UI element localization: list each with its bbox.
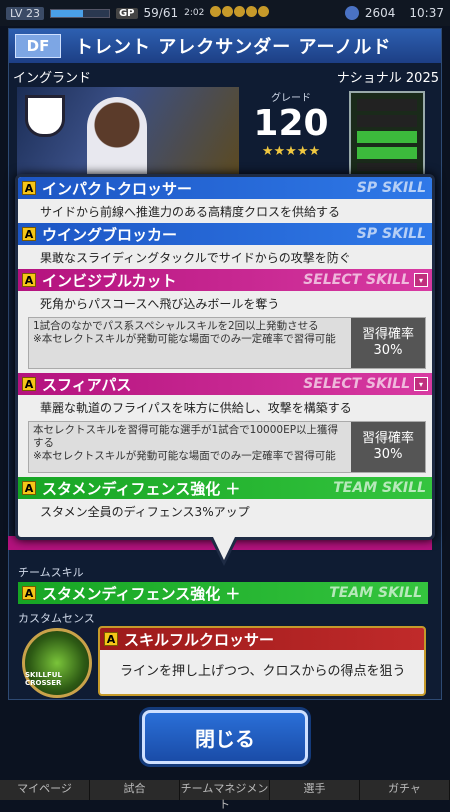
nav-item-match[interactable]: 試合 <box>90 780 180 800</box>
pitch-zone <box>357 115 417 127</box>
stamina-timer: 2:02 <box>184 8 205 18</box>
custom-sense-label: カスタムセンス <box>18 612 95 625</box>
sense-name: スキルフルクロッサー <box>124 630 275 649</box>
bottom-nav: マイページ 試合 チームマネジメント 選手 ガチャ <box>0 780 450 811</box>
position-badge: DF <box>15 34 61 58</box>
skill-type-tag: SELECT SKILL <box>303 376 410 392</box>
rating-stars: ★★★★★ <box>261 144 321 159</box>
player-name: トレント アレクサンダー アーノルド <box>75 37 392 58</box>
skill-name: インビジブルカット <box>42 271 177 290</box>
skill-type-tag: SP SKILL <box>356 226 426 242</box>
skill-desc: 死角からパスコースへ飛び込みボールを奪う <box>40 297 280 311</box>
expand-icon[interactable]: ▾ <box>414 273 428 287</box>
player-country: イングランド <box>13 71 92 86</box>
player-subheader: イングランド ナショナル 2025 <box>13 67 439 86</box>
pitch-zone-active <box>357 147 417 159</box>
rate-label: 習得確率 <box>361 327 414 342</box>
skill-name: スフィアパス <box>42 375 132 394</box>
skill-item[interactable]: A ウイングブロッカー SP SKILL 果敢なスライディングタックルでサイドからの… <box>18 223 432 269</box>
skill-type-tag: SELECT SKILL <box>303 272 410 288</box>
close-button[interactable]: 閉じる <box>142 710 308 764</box>
level-badge: LV 23 <box>6 6 44 20</box>
rate-value: 30% <box>373 447 403 462</box>
stamina-value: 59/61 <box>143 6 179 20</box>
skill-condition: 1試合のなかでパス系スペシャルスキルを2回以上発動させる ※本セレクトスキルが発… <box>28 317 426 369</box>
team-skill-bar[interactable]: A スタメンディフェンス強化 ＋ TEAM SKILL <box>18 582 428 604</box>
player-header: DF トレント アレクサンダー アーノルド <box>9 29 441 63</box>
sense-icon-text: SKILLFUL CROSSER <box>25 671 62 687</box>
nav-item-mypage[interactable]: マイページ <box>0 780 90 800</box>
nav-item-players[interactable]: 選手 <box>270 780 360 800</box>
grade-label: グレード <box>271 93 311 104</box>
energy-dots <box>210 6 270 20</box>
skill-type-tag: SP SKILL <box>356 180 426 196</box>
skill-name: スタメンディフェンス強化 ＋ <box>42 479 241 498</box>
rate-value: 30% <box>373 343 403 358</box>
player-card[interactable] <box>17 87 239 177</box>
team-skill-label: チームスキル <box>18 566 84 579</box>
player-category: ナショナル 2025 <box>336 71 439 86</box>
skill-desc: スタメン全員のディフェンス3%アップ <box>40 505 250 519</box>
skill-desc: 華麗な軌道のフライパスを味方に供給し、攻撃を構築する <box>40 401 352 415</box>
exp-bar <box>49 8 110 18</box>
rate-box: 習得確率 30% <box>351 422 425 472</box>
condition-text: 1試合のなかでパス系スペシャルスキルを2回以上発動させる ※本セレクトスキルが発… <box>33 320 336 345</box>
coin-icon <box>344 6 359 20</box>
position-pitch-map <box>349 91 425 177</box>
skill-list-popup[interactable]: A インパクトクロッサー SP SKILL サイドから前線へ推進力のある高精度クロス… <box>15 174 435 540</box>
grade-value: 120 <box>253 103 329 144</box>
popup-pointer-inner <box>213 537 235 560</box>
level-value: 23 <box>25 6 40 20</box>
skill-condition: 本セレクトスキルを習得可能な選手が1試合で10000EP以上獲得する ※本セレク… <box>28 421 426 473</box>
rate-box: 習得確率 30% <box>351 318 425 368</box>
skill-desc: サイドから前線へ推進力のある高精度クロスを供給する <box>40 205 341 219</box>
grade-box: グレード 120 ★★★★★ <box>241 89 341 159</box>
gp-icon: GP <box>115 7 138 19</box>
team-skill-name: スタメンディフェンス強化 ＋ <box>42 584 241 603</box>
expand-icon[interactable]: ▾ <box>414 377 428 391</box>
skill-type-tag: TEAM SKILL <box>333 480 426 496</box>
nav-item-team[interactable]: チームマネジメント <box>180 780 270 811</box>
skill-grade-icon: A <box>22 586 36 600</box>
skill-grade-icon: A <box>22 377 36 391</box>
player-portrait <box>87 97 147 177</box>
skill-grade-icon: A <box>22 227 36 241</box>
exp-bar-fill <box>50 9 83 17</box>
sense-desc: ラインを押し上げつつ、クロスからの得点を狙う <box>120 664 406 679</box>
close-area: 閉じる <box>0 700 450 780</box>
skill-name: ウイングブロッカー <box>42 225 178 244</box>
skill-desc: 果敢なスライディングタックルでサイドからの攻撃を防ぐ <box>40 251 351 265</box>
team-crest-icon <box>25 95 65 137</box>
clock: 10:37 <box>409 6 444 20</box>
condition-text: 本セレクトスキルを習得可能な選手が1試合で10000EP以上獲得する ※本セレク… <box>33 424 339 462</box>
pitch-zone <box>357 99 417 111</box>
skillful-crosser-icon[interactable]: SKILLFUL CROSSER <box>22 628 92 698</box>
team-skill-tag: TEAM SKILL <box>329 585 422 601</box>
custom-sense-box[interactable]: A スキルフルクロッサー ラインを押し上げつつ、クロスからの得点を狙う <box>98 626 426 696</box>
skill-item[interactable]: A スタメンディフェンス強化 ＋ TEAM SKILL スタメン全員のディフェンス3… <box>18 477 432 523</box>
skill-grade-icon: A <box>22 181 36 195</box>
skill-item[interactable]: A インパクトクロッサー SP SKILL サイドから前線へ推進力のある高精度クロス… <box>18 177 432 223</box>
skill-grade-icon: A <box>22 481 36 495</box>
status-bar: LV 23 GP 59/61 2:02 2604 10:37 <box>0 0 450 26</box>
coin-value: 2604 <box>364 6 396 20</box>
skill-name: インパクトクロッサー <box>42 179 193 198</box>
nav-item-gacha[interactable]: ガチャ <box>360 780 450 800</box>
rate-label: 習得確率 <box>361 431 414 446</box>
pitch-zone-active <box>357 131 417 143</box>
pitch-zone <box>357 163 417 171</box>
skill-item[interactable]: A インビジブルカット SELECT SKILL ▾ 死角からパスコースへ飛び込みボー… <box>18 269 432 369</box>
skill-item[interactable]: A スフィアパス SELECT SKILL ▾ 華麗な軌道のフライパスを味方に供給し、… <box>18 373 432 473</box>
skill-grade-icon: A <box>22 273 36 287</box>
skill-grade-icon: A <box>104 632 118 646</box>
